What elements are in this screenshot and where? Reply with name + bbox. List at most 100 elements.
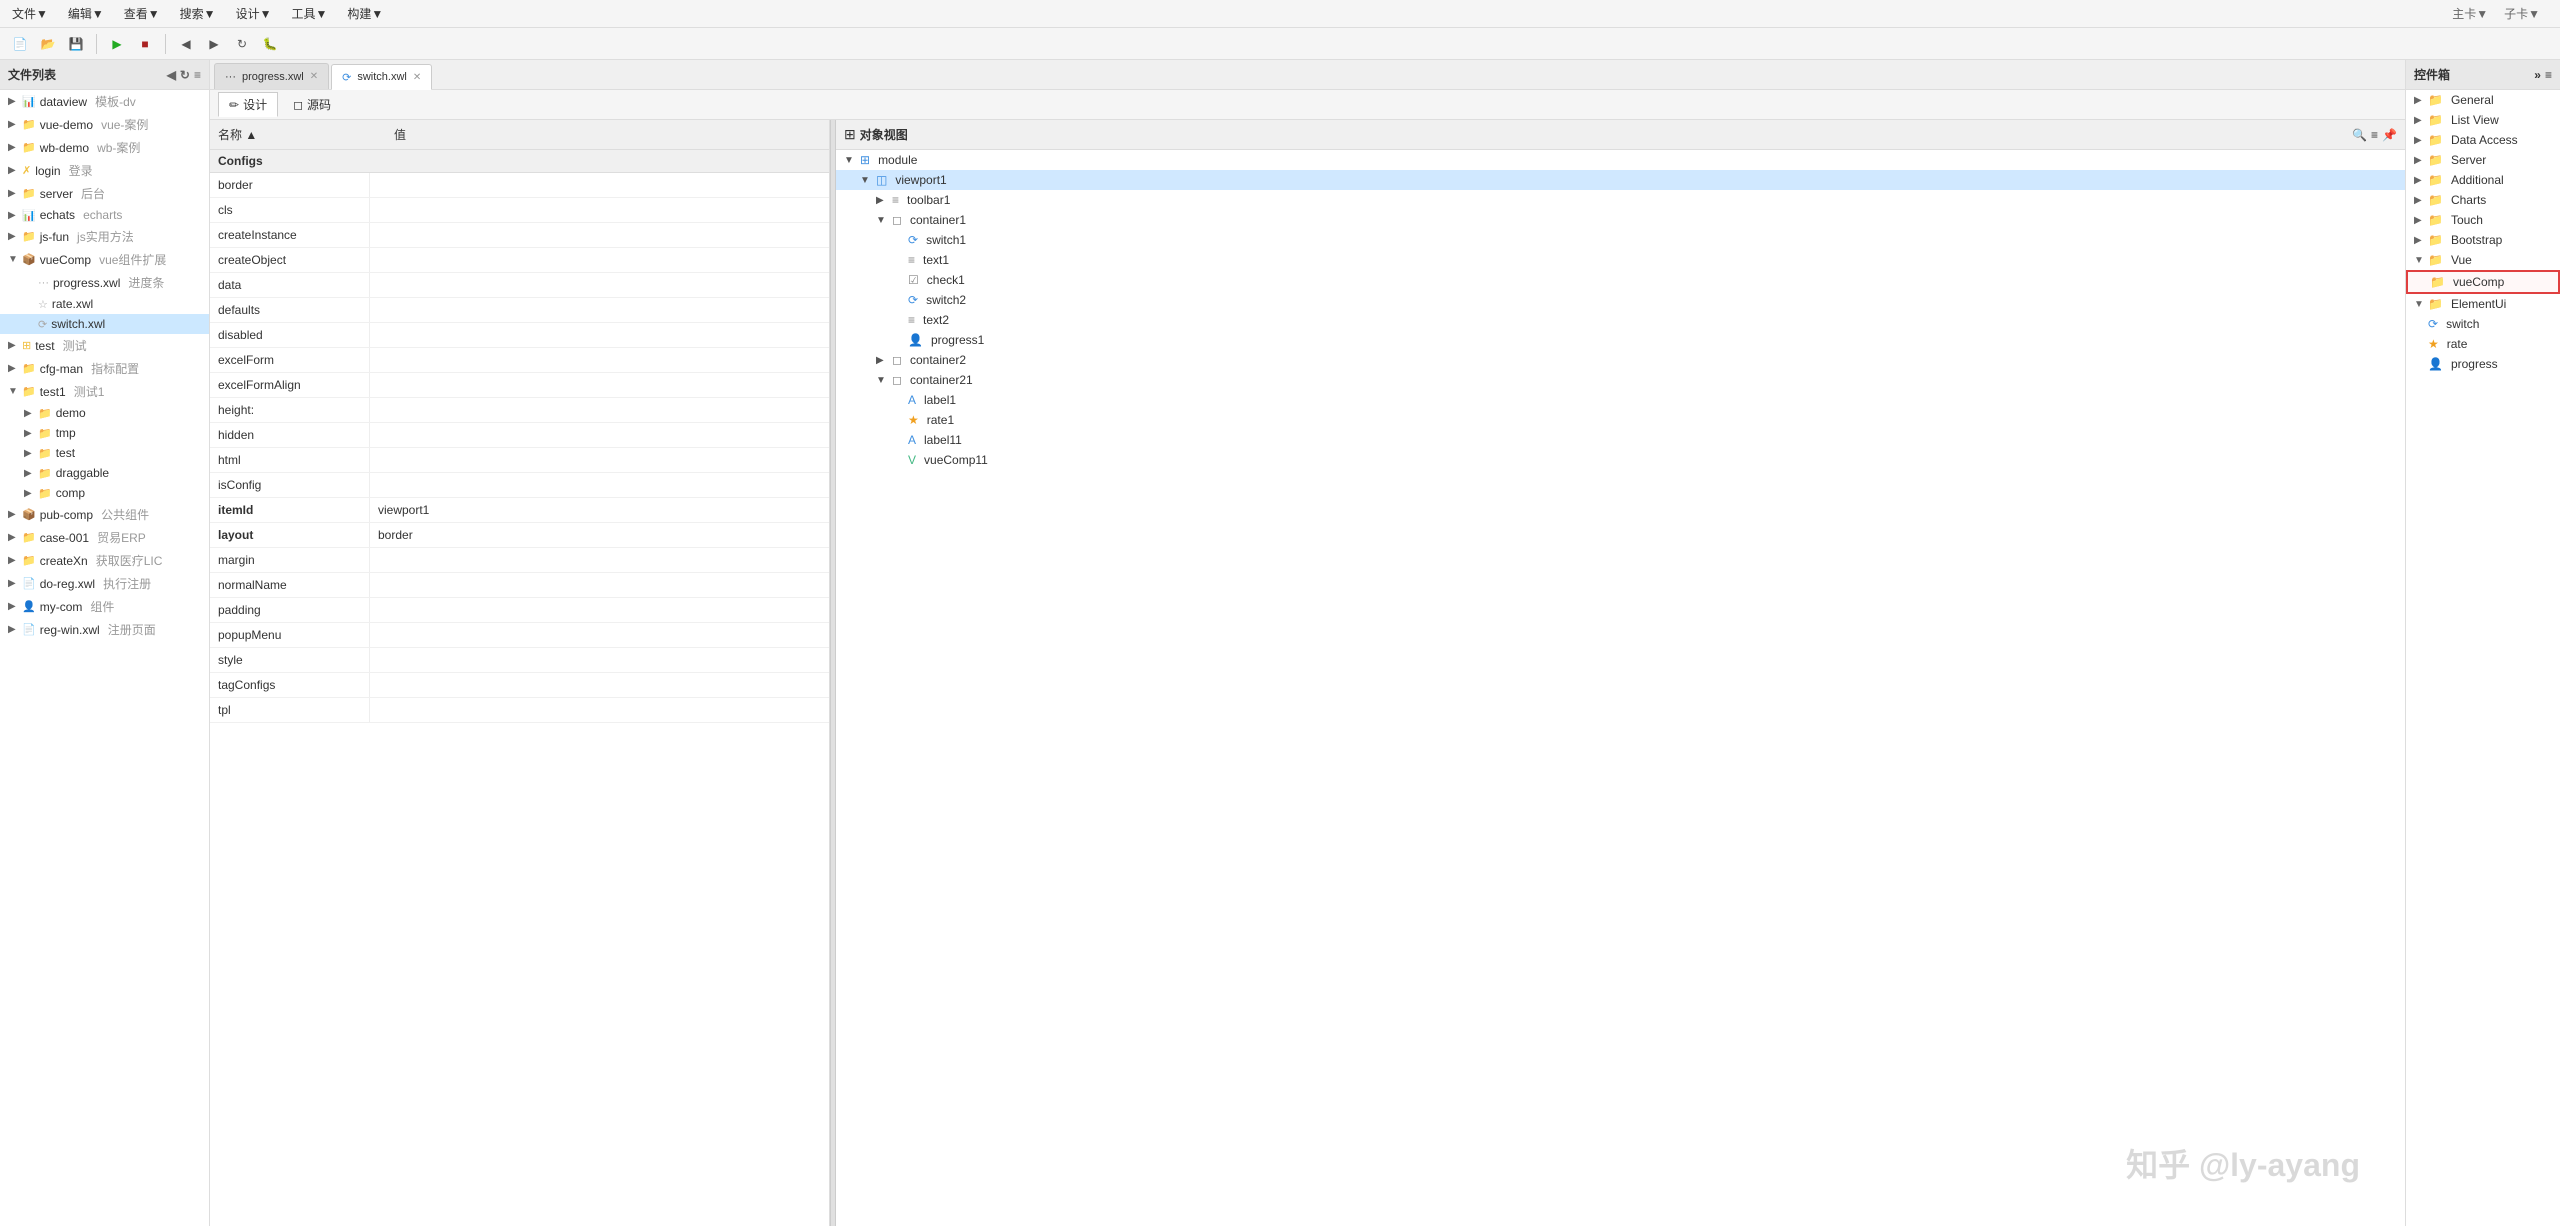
comp-item[interactable]: ▶📁General (2406, 90, 2560, 110)
props-row[interactable]: style (210, 648, 829, 673)
obj-tree-item[interactable]: ▼⊞module (836, 150, 2405, 170)
file-tree-item[interactable]: ▶📁tmp (0, 423, 209, 443)
props-row[interactable]: defaults (210, 298, 829, 323)
props-row[interactable]: cls (210, 198, 829, 223)
file-tree-item[interactable]: ▶📊dataview模板-dv (0, 90, 209, 113)
toolbar-save[interactable]: 💾 (64, 32, 88, 56)
props-row[interactable]: excelFormAlign (210, 373, 829, 398)
obj-tree-item[interactable]: ▶◻container2 (836, 350, 2405, 370)
obj-tree-item[interactable]: ▼◻container21 (836, 370, 2405, 390)
comp-item[interactable]: ▶📁Touch (2406, 210, 2560, 230)
comp-item[interactable]: 👤progress (2406, 354, 2560, 374)
file-tree-item[interactable]: ▼📦vueCompvue组件扩展 (0, 248, 209, 271)
toolbar-new[interactable]: 📄 (8, 32, 32, 56)
props-row[interactable]: data (210, 273, 829, 298)
props-row[interactable]: margin (210, 548, 829, 573)
design-tab-design[interactable]: ✏ 设计 (218, 92, 278, 117)
file-tree-item[interactable]: ▶📁createXn获取医疗LIC (0, 549, 209, 572)
comp-item[interactable]: ⟳switch (2406, 314, 2560, 334)
file-tree-item[interactable]: ▶📄do-reg.xwl执行注册 (0, 572, 209, 595)
toolbar-refresh[interactable]: ↻ (230, 32, 254, 56)
props-row[interactable]: normalName (210, 573, 829, 598)
file-tree-item[interactable]: ▶📦pub-comp公共组件 (0, 503, 209, 526)
props-row[interactable]: itemIdviewport1 (210, 498, 829, 523)
file-tree-item[interactable]: ☆rate.xwl (0, 294, 209, 314)
file-tree-item[interactable]: ▶📁comp (0, 483, 209, 503)
tab-switch-close[interactable]: ✕ (413, 72, 421, 83)
obj-tree-item[interactable]: ≡text2 (836, 310, 2405, 330)
menu-view[interactable]: 查看▼ (120, 3, 164, 24)
obj-tree-item[interactable]: VvueComp11 (836, 450, 2405, 470)
file-tree-item[interactable]: ▶📊echatsecharts (0, 205, 209, 225)
file-tree-item[interactable]: ▶📁case-001贸易ERP (0, 526, 209, 549)
file-tree-item[interactable]: ⟳switch.xwl (0, 314, 209, 334)
comp-panel-btn-menu[interactable]: ≡ (2545, 68, 2552, 82)
file-panel-btn-left[interactable]: ◀ (167, 68, 176, 82)
file-tree-item[interactable]: ▶📁cfg-man指标配置 (0, 357, 209, 380)
menu-tools[interactable]: 工具▼ (287, 3, 331, 24)
obj-panel-btn-filter[interactable]: 🔍 (2352, 128, 2367, 142)
obj-panel-btn-list[interactable]: ≡ (2371, 128, 2378, 142)
props-row[interactable]: border (210, 173, 829, 198)
menu-edit[interactable]: 编辑▼ (64, 3, 108, 24)
comp-item[interactable]: ▶📁Charts (2406, 190, 2560, 210)
tab-progress-close[interactable]: ✕ (310, 71, 318, 82)
menu-design[interactable]: 设计▼ (232, 3, 276, 24)
tab-main-card[interactable]: 主卡▼ (2448, 3, 2492, 24)
comp-item[interactable]: ▼📁ElementUi (2406, 294, 2560, 314)
toolbar-debug[interactable]: 🐛 (258, 32, 282, 56)
obj-tree-item[interactable]: ★rate1 (836, 410, 2405, 430)
props-row[interactable]: html (210, 448, 829, 473)
props-row[interactable]: createInstance (210, 223, 829, 248)
tab-sub-card[interactable]: 子卡▼ (2500, 3, 2544, 24)
file-tree-item[interactable]: ▶📄reg-win.xwl注册页面 (0, 618, 209, 641)
file-tree-item[interactable]: ▶📁wb-demowb-案例 (0, 136, 209, 159)
props-row[interactable]: height: (210, 398, 829, 423)
obj-tree-item[interactable]: ≡text1 (836, 250, 2405, 270)
props-row[interactable]: isConfig (210, 473, 829, 498)
props-row[interactable]: tpl (210, 698, 829, 723)
file-tree-item[interactable]: ▶⊞test测试 (0, 334, 209, 357)
file-tree-item[interactable]: ···progress.xwl进度条 (0, 271, 209, 294)
file-tree-item[interactable]: ▶📁demo (0, 403, 209, 423)
props-row[interactable]: popupMenu (210, 623, 829, 648)
comp-item[interactable]: ▼📁Vue (2406, 250, 2560, 270)
obj-tree-item[interactable]: ⟳switch1 (836, 230, 2405, 250)
props-row[interactable]: hidden (210, 423, 829, 448)
tab-switch[interactable]: ⟳ switch.xwl ✕ (331, 64, 432, 90)
menu-search[interactable]: 搜索▼ (176, 3, 220, 24)
comp-item[interactable]: ▶📁Additional (2406, 170, 2560, 190)
obj-tree-item[interactable]: Alabel11 (836, 430, 2405, 450)
comp-item[interactable]: ▶📁Server (2406, 150, 2560, 170)
obj-tree-item[interactable]: ⟳switch2 (836, 290, 2405, 310)
file-tree-item[interactable]: ▼📁test1测试1 (0, 380, 209, 403)
file-tree-item[interactable]: ▶📁js-funjs实用方法 (0, 225, 209, 248)
obj-tree-item[interactable]: Alabel1 (836, 390, 2405, 410)
toolbar-open[interactable]: 📂 (36, 32, 60, 56)
props-row[interactable]: disabled (210, 323, 829, 348)
file-tree-item[interactable]: ▶📁test (0, 443, 209, 463)
file-tree-item[interactable]: ▶📁draggable (0, 463, 209, 483)
file-panel-btn-refresh[interactable]: ↻ (180, 68, 190, 82)
file-panel-btn-menu[interactable]: ≡ (194, 68, 201, 82)
toolbar-back[interactable]: ◀ (174, 32, 198, 56)
comp-item[interactable]: ★rate (2406, 334, 2560, 354)
menu-build[interactable]: 构建▼ (343, 3, 387, 24)
props-row[interactable]: layoutborder (210, 523, 829, 548)
obj-tree-item[interactable]: ☑check1 (836, 270, 2405, 290)
obj-tree-item[interactable]: ▼◫viewport1 (836, 170, 2405, 190)
file-tree-item[interactable]: ▶📁server后台 (0, 182, 209, 205)
toolbar-run[interactable]: ▶ (105, 32, 129, 56)
comp-item[interactable]: ▶📁Data Access (2406, 130, 2560, 150)
file-tree-item[interactable]: ▶📁vue-demovue-案例 (0, 113, 209, 136)
obj-tree-item[interactable]: ▶≡toolbar1 (836, 190, 2405, 210)
toolbar-forward[interactable]: ▶ (202, 32, 226, 56)
props-row[interactable]: excelForm (210, 348, 829, 373)
comp-item[interactable]: ▶📁Bootstrap (2406, 230, 2560, 250)
obj-tree-item[interactable]: ▼◻container1 (836, 210, 2405, 230)
menu-file[interactable]: 文件▼ (8, 3, 52, 24)
tab-progress[interactable]: ··· progress.xwl ✕ (214, 63, 329, 89)
obj-panel-btn-pin[interactable]: 📌 (2382, 128, 2397, 142)
file-tree-item[interactable]: ▶✗login登录 (0, 159, 209, 182)
toolbar-stop[interactable]: ■ (133, 32, 157, 56)
